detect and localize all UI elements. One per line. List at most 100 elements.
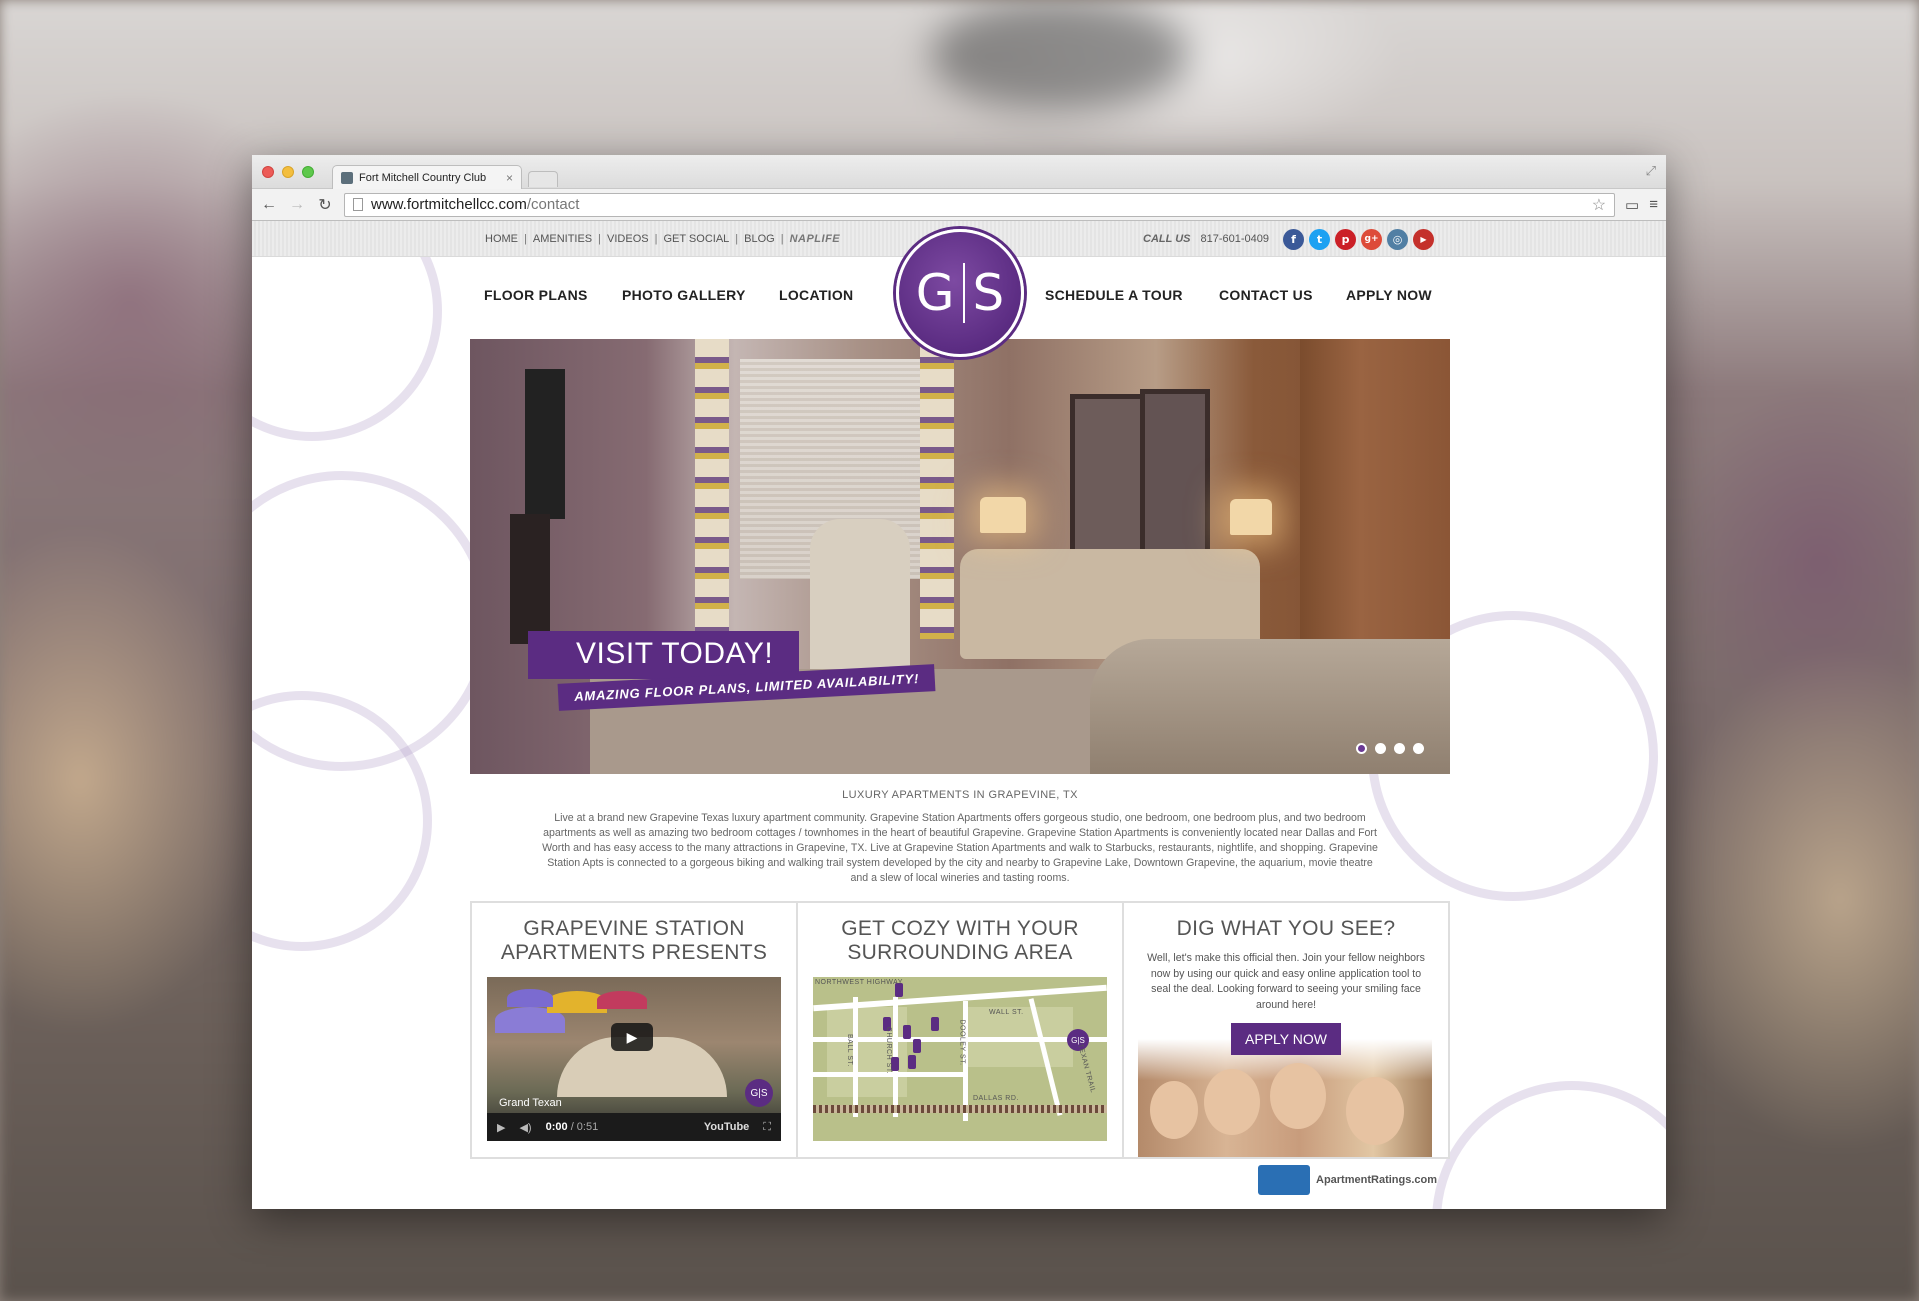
tab-title: Fort Mitchell Country Club [359,171,487,184]
video-play-icon[interactable]: ▶ [611,1023,653,1051]
util-link-home[interactable]: HOME [485,233,518,245]
nav-contact-us[interactable]: CONTACT US [1219,287,1313,303]
hero-photo-tv [525,369,565,519]
minimize-window-button[interactable] [282,166,294,178]
map-pin-icon[interactable] [908,1055,916,1069]
video-thumb-umbrella [507,989,553,1007]
new-tab-button[interactable] [528,171,558,187]
intro-body: Live at a brand new Grapevine Texas luxu… [542,812,1378,884]
partner-logo [1258,1165,1310,1195]
browser-tab[interactable]: Fort Mitchell Country Club × [332,165,522,189]
forward-arrow-icon[interactable]: → [288,196,306,214]
hero-photo-frame [510,514,550,644]
google-plus-icon[interactable]: g+ [1361,228,1382,250]
url-host: www.fortmitchellcc.com [371,196,527,213]
pinterest-icon[interactable]: p [1335,228,1356,250]
video-time-total: / 0:51 [570,1121,599,1133]
video-logo-icon: G|S [745,1079,773,1107]
window-controls [262,166,314,178]
decorative-ring [1432,1081,1666,1209]
photo-face [1270,1063,1326,1129]
util-link-naplife[interactable]: NAPLIFE [790,233,841,245]
apply-panel-body: Well, let's make this official then. Joi… [1147,952,1425,1011]
browser-window: Fort Mitchell Country Club × ⤢ ← → ↻ www… [252,155,1666,1209]
video-title-line2: APARTMENTS PRESENTS [500,941,768,964]
url-text[interactable]: www.fortmitchellcc.com/contact [371,196,1584,213]
twitter-icon[interactable]: t [1309,228,1330,250]
nav-floor-plans[interactable]: FLOOR PLANS [484,287,588,303]
video-volume-icon[interactable]: ◀) [519,1121,531,1134]
phone-number[interactable]: 817-601-0409 [1200,233,1269,245]
video-thumb-umbrella [597,991,647,1009]
logo-letter-g: G [915,264,955,322]
util-link-blog[interactable]: BLOG [744,233,775,245]
close-window-button[interactable] [262,166,274,178]
map-pin-icon[interactable] [913,1039,921,1053]
back-arrow-icon[interactable]: ← [260,196,278,214]
bookmark-star-icon[interactable]: ☆ [1592,195,1606,215]
photo-face [1150,1081,1198,1139]
youtube-icon[interactable]: ▶ [1413,228,1434,250]
reload-icon[interactable]: ↻ [316,195,334,215]
area-panel: GET COZY WITH YOUR SURROUNDING AREA G|S … [798,903,1124,1157]
instagram-icon[interactable]: ◎ [1387,228,1408,250]
apply-now-button[interactable]: APPLY NOW [1231,1023,1341,1055]
call-box: CALL US 817-601-0409 f t p g+ ◎ ▶ [1143,221,1434,257]
hero-photo-curtain [695,339,729,639]
area-panel-title: GET COZY WITH YOUR SURROUNDING AREA [812,917,1108,965]
map-railroad [813,1105,1107,1113]
area-map[interactable]: G|S NORTHWEST HIGHWAY WALL ST. DOOLEY ST… [813,977,1107,1141]
nav-location[interactable]: LOCATION [779,287,853,303]
social-icons: f t p g+ ◎ ▶ [1283,228,1434,250]
hero-headline: VISIT TODAY! [528,631,800,679]
photo-face [1204,1069,1260,1135]
slide-dot-4[interactable] [1413,743,1424,754]
youtube-logo[interactable]: YouTube [704,1121,749,1133]
partner-name: ApartmentRatings.com [1316,1174,1438,1186]
video-title: Grand Texan [499,1097,562,1109]
intro-heading: LUXURY APARTMENTS IN GRAPEVINE, TX [842,789,1078,801]
util-separator: | [598,233,602,245]
map-label-wall: WALL ST. [989,1009,1024,1016]
util-link-amenities[interactable]: AMENITIES [533,233,592,245]
site-favicon-icon [341,171,353,184]
hero-slideshow[interactable]: VISIT TODAY! AMAZING FLOOR PLANS, LIMITE… [470,339,1450,774]
intro-section: LUXURY APARTMENTS IN GRAPEVINE, TX Live … [542,789,1378,886]
cast-icon[interactable]: ▭ [1625,196,1639,214]
video-title-line1: GRAPEVINE STATION [523,917,745,940]
util-separator: | [654,233,658,245]
video-time: 0:00 / 0:51 [546,1121,599,1133]
nav-apply-now[interactable]: APPLY NOW [1346,287,1432,303]
slide-dots [1356,743,1424,754]
zoom-window-button[interactable] [302,166,314,178]
apply-panel-photo [1138,1039,1432,1157]
map-pin-icon[interactable] [903,1025,911,1039]
feature-panels: GRAPEVINE STATION APARTMENTS PRESENTS ▶ G… [470,901,1450,1159]
video-fullscreen-icon[interactable]: ⛶ [763,1121,771,1134]
slide-dot-3[interactable] [1394,743,1405,754]
tab-close-icon[interactable]: × [506,171,513,185]
map-pin-icon[interactable] [931,1017,939,1031]
map-label-dallas: DALLAS RD. [973,1095,1019,1102]
video-player[interactable]: ▶ Grand Texan G|S ▶ ◀) 0:00 / 0:51 YouTu… [487,977,781,1141]
address-bar[interactable]: www.fortmitchellcc.com/contact ☆ [344,192,1616,217]
slide-dot-1[interactable] [1356,743,1367,754]
fullscreen-icon[interactable]: ⤢ [1646,163,1656,179]
area-title-line2: SURROUNDING AREA [847,941,1073,964]
menu-icon[interactable]: ≡ [1649,196,1658,213]
facebook-icon[interactable]: f [1283,228,1304,250]
video-play-button-icon[interactable]: ▶ [497,1121,505,1134]
call-us-label: CALL US [1143,233,1191,245]
util-link-get-social[interactable]: GET SOCIAL [663,233,729,245]
util-separator: | [524,233,527,245]
hero-photo-lamp [980,497,1026,533]
utility-nav: HOME | AMENITIES | VIDEOS | GET SOCIAL |… [485,221,840,257]
site-logo[interactable]: G S [896,229,1024,357]
nav-photo-gallery[interactable]: PHOTO GALLERY [622,287,746,303]
partner-badge[interactable]: ApartmentRatings.com [1258,1165,1437,1195]
nav-schedule-tour[interactable]: SCHEDULE A TOUR [1045,287,1183,303]
util-link-videos[interactable]: VIDEOS [607,233,649,245]
hero-photo-artwork [1140,389,1210,559]
slide-dot-2[interactable] [1375,743,1386,754]
video-time-current: 0:00 [545,1121,568,1133]
